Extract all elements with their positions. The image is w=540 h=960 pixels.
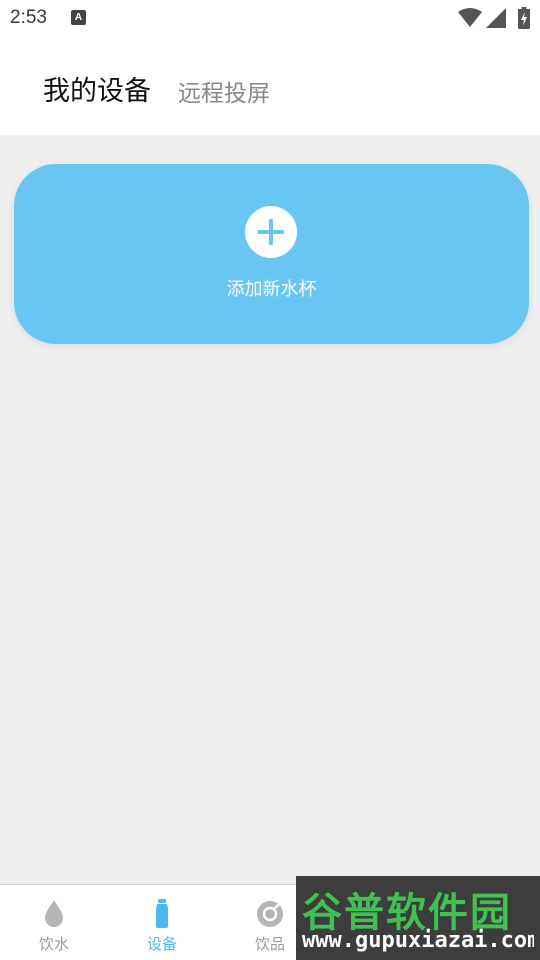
watermark: 谷普软件园 www.gupuxiazai.com bbox=[296, 876, 540, 960]
battery-charging-icon bbox=[518, 7, 530, 29]
notification-a-icon: A bbox=[71, 10, 86, 25]
watermark-url: www.gupuxiazai.com bbox=[302, 928, 534, 953]
status-bar: 2:53 A bbox=[0, 0, 540, 36]
nav-item-drink-water[interactable]: 饮水 bbox=[0, 885, 108, 960]
water-drop-icon bbox=[45, 900, 63, 927]
add-new-cup-card[interactable]: 添加新水杯 bbox=[14, 164, 529, 344]
wifi-icon bbox=[458, 8, 482, 27]
nav-label-drink-water: 饮水 bbox=[38, 935, 69, 953]
status-time: 2:53 bbox=[10, 7, 47, 28]
tab-remote-cast[interactable]: 远程投屏 bbox=[178, 74, 270, 108]
bottle-icon bbox=[156, 899, 168, 928]
add-button[interactable] bbox=[245, 206, 297, 258]
tab-my-devices[interactable]: 我的设备 bbox=[43, 69, 151, 108]
header: 我的设备 远程投屏 bbox=[0, 36, 540, 135]
nav-item-devices[interactable]: 设备 bbox=[108, 885, 216, 960]
signal-icon bbox=[486, 8, 506, 28]
add-new-cup-label: 添加新水杯 bbox=[226, 279, 317, 300]
drink-icon bbox=[257, 901, 283, 927]
status-icons bbox=[458, 7, 530, 29]
plus-icon bbox=[258, 219, 284, 245]
nav-label-devices: 设备 bbox=[146, 935, 177, 953]
